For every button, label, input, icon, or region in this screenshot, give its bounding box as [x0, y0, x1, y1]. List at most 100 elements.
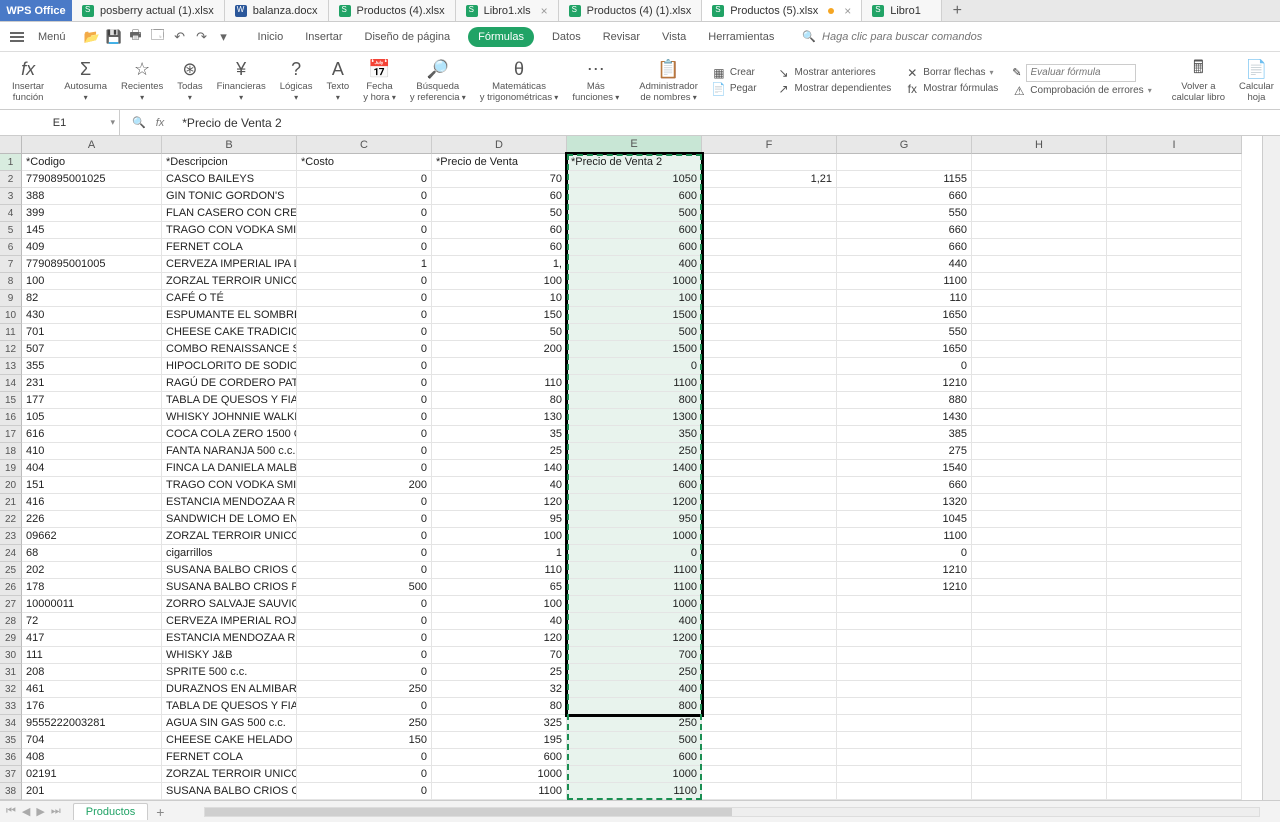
command-search[interactable]: 🔍 — [802, 30, 1022, 43]
cell[interactable]: 151 — [22, 477, 162, 494]
cell[interactable] — [1107, 273, 1242, 290]
row-header[interactable]: 10 — [0, 307, 22, 324]
row-header[interactable]: 34 — [0, 715, 22, 732]
row-header[interactable]: 11 — [0, 324, 22, 341]
cell[interactable] — [837, 749, 972, 766]
cell[interactable] — [1107, 375, 1242, 392]
cell[interactable]: 1, — [432, 256, 567, 273]
ribbon-tab[interactable]: Diseño de página — [361, 27, 455, 47]
row-header[interactable]: 31 — [0, 664, 22, 681]
cell[interactable] — [1107, 749, 1242, 766]
cell[interactable]: 600 — [567, 222, 702, 239]
cell[interactable] — [972, 766, 1107, 783]
cell[interactable] — [1107, 511, 1242, 528]
logical-button[interactable]: ?Lógicas — [274, 54, 319, 107]
cell[interactable] — [1107, 596, 1242, 613]
row-header[interactable]: 2 — [0, 171, 22, 188]
cell[interactable]: FINCA LA DANIELA MALBI — [162, 460, 297, 477]
cell[interactable] — [972, 647, 1107, 664]
cell[interactable] — [972, 239, 1107, 256]
cell[interactable]: 60 — [432, 188, 567, 205]
cell[interactable] — [837, 766, 972, 783]
row-header[interactable]: 36 — [0, 749, 22, 766]
cell[interactable]: 1000 — [567, 528, 702, 545]
cell[interactable]: 1100 — [567, 783, 702, 800]
cell[interactable]: 410 — [22, 443, 162, 460]
cell[interactable]: 140 — [432, 460, 567, 477]
row-header[interactable]: 30 — [0, 647, 22, 664]
column-header[interactable]: F — [702, 136, 837, 154]
cell[interactable] — [1107, 613, 1242, 630]
ribbon-tab[interactable]: Inicio — [254, 27, 288, 47]
cell[interactable]: 0 — [297, 375, 432, 392]
cell[interactable]: ZORZAL TERROIR UNICO — [162, 766, 297, 783]
row-header[interactable]: 37 — [0, 766, 22, 783]
column-header[interactable]: C — [297, 136, 432, 154]
cell[interactable] — [1107, 783, 1242, 800]
cell[interactable]: 440 — [837, 256, 972, 273]
cell[interactable] — [432, 358, 567, 375]
cell[interactable]: FERNET COLA — [162, 749, 297, 766]
row-header[interactable]: 6 — [0, 239, 22, 256]
cell[interactable] — [1107, 630, 1242, 647]
cell[interactable] — [1107, 239, 1242, 256]
cell[interactable] — [702, 579, 837, 596]
cell[interactable]: 111 — [22, 647, 162, 664]
cell[interactable] — [702, 392, 837, 409]
cell[interactable] — [702, 528, 837, 545]
cell[interactable] — [702, 732, 837, 749]
cell[interactable]: 600 — [432, 749, 567, 766]
cell[interactable]: 32 — [432, 681, 567, 698]
cell[interactable] — [972, 290, 1107, 307]
cell[interactable]: 417 — [22, 630, 162, 647]
undo-icon[interactable]: ↶ — [172, 29, 188, 45]
cell[interactable]: 1000 — [567, 766, 702, 783]
cell[interactable]: 408 — [22, 749, 162, 766]
document-tab[interactable]: Libro1.xls× — [456, 0, 559, 21]
cell[interactable]: 50 — [432, 324, 567, 341]
cell[interactable]: ESTANCIA MENDOZAA RE — [162, 630, 297, 647]
row-header[interactable]: 24 — [0, 545, 22, 562]
cell[interactable]: 1650 — [837, 341, 972, 358]
row-header[interactable]: 27 — [0, 596, 22, 613]
open-icon[interactable]: 📂 — [84, 29, 100, 45]
cell[interactable]: RAGÚ DE CORDERO PATA — [162, 375, 297, 392]
cell[interactable] — [702, 409, 837, 426]
spreadsheet-grid[interactable]: ABCDEFGHI 123456789101112131415161718192… — [0, 136, 1262, 800]
row-header[interactable]: 35 — [0, 732, 22, 749]
horizontal-scrollbar[interactable] — [204, 807, 1260, 817]
cell[interactable]: 02191 — [22, 766, 162, 783]
cell[interactable]: 400 — [567, 613, 702, 630]
cell[interactable] — [1107, 766, 1242, 783]
cell[interactable] — [972, 426, 1107, 443]
cell[interactable] — [1107, 324, 1242, 341]
cell[interactable] — [972, 256, 1107, 273]
cell[interactable] — [972, 358, 1107, 375]
cell[interactable]: 0 — [297, 511, 432, 528]
cell[interactable]: 40 — [432, 477, 567, 494]
cell[interactable]: 208 — [22, 664, 162, 681]
row-header[interactable]: 16 — [0, 409, 22, 426]
column-header[interactable]: B — [162, 136, 297, 154]
cell[interactable]: 0 — [297, 766, 432, 783]
cell[interactable]: CAFÉ O TÉ — [162, 290, 297, 307]
cell[interactable]: 1210 — [837, 579, 972, 596]
document-tab[interactable]: balanza.docx — [225, 0, 329, 21]
cell[interactable]: 0 — [297, 596, 432, 613]
cell[interactable]: ZORRO SALVAJE SAUVIGN — [162, 596, 297, 613]
cell[interactable] — [1107, 664, 1242, 681]
cell[interactable] — [1107, 460, 1242, 477]
cell[interactable]: 880 — [837, 392, 972, 409]
cell[interactable]: 616 — [22, 426, 162, 443]
row-header[interactable]: 13 — [0, 358, 22, 375]
cell[interactable]: 0 — [297, 273, 432, 290]
cell[interactable]: 09662 — [22, 528, 162, 545]
cell[interactable] — [837, 783, 972, 800]
remove-arrows-button[interactable]: ✕Borrar flechas — [905, 66, 998, 80]
cell[interactable]: 800 — [567, 698, 702, 715]
cell[interactable] — [972, 154, 1107, 171]
cell[interactable]: 100 — [432, 273, 567, 290]
column-header[interactable]: E — [567, 136, 702, 154]
cell[interactable]: 1 — [432, 545, 567, 562]
cell[interactable]: FERNET COLA — [162, 239, 297, 256]
